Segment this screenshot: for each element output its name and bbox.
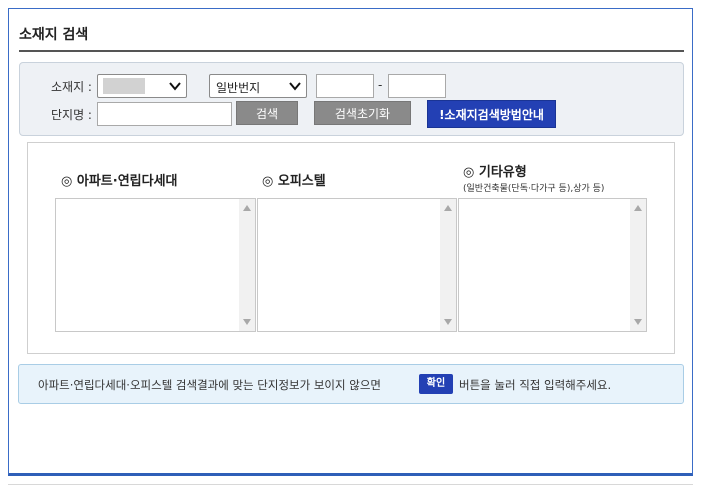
scrollbar[interactable] [239,199,255,331]
lot-number-hyphen: - [378,78,383,92]
sub-lot-number-input[interactable] [388,74,446,98]
scroll-up-icon[interactable] [243,205,251,211]
scroll-down-icon[interactable] [444,319,452,325]
reset-search-button[interactable]: 검색초기화 [314,101,411,125]
region-select[interactable] [97,74,187,98]
confirm-button[interactable]: 확인 [419,374,453,394]
page-title: 소재지 검색 [19,27,89,43]
scroll-down-icon[interactable] [634,319,642,325]
location-label: 소재지 : [51,80,92,94]
chevron-down-icon [169,82,181,91]
main-lot-number-input[interactable] [316,74,374,98]
apartment-column-title: ◎ 아파트·연립다세대 [61,174,178,189]
other-type-listbox[interactable] [458,198,647,332]
scroll-down-icon[interactable] [243,319,251,325]
address-type-select[interactable]: 일반번지 [209,74,307,98]
scrollbar[interactable] [630,199,646,331]
scroll-up-icon[interactable] [634,205,642,211]
officetel-column-title: ◎ 오피스텔 [262,174,326,189]
chevron-down-icon [289,82,301,91]
complex-name-input[interactable] [97,102,232,126]
notice-text-after: 버튼을 눌러 직접 입력해주세요. [459,378,612,392]
address-type-value: 일반번지 [216,81,261,95]
other-column-title: ◎ 기타유형 [463,165,527,180]
notice-text-before: 아파트·연립다세대·오피스텔 검색결과에 맞는 단지정보가 보이지 않으면 [38,378,381,392]
notice-banner: 아파트·연립다세대·오피스텔 검색결과에 맞는 단지정보가 보이지 않으면 확인… [18,364,684,404]
search-guide-button[interactable]: !소재지검색방법안내 [427,100,556,128]
complex-name-label: 단지명 : [51,108,92,122]
scrollbar[interactable] [440,199,456,331]
region-select-value [103,78,145,94]
scroll-up-icon[interactable] [444,205,452,211]
other-column-subtitle: (일반건축물(단독·다가구 등),상가 등) [463,184,605,194]
officetel-listbox[interactable] [257,198,457,332]
title-divider [19,50,684,52]
apartment-listbox[interactable] [55,198,256,332]
bottom-divider [8,484,693,485]
search-button[interactable]: 검색 [236,101,298,125]
